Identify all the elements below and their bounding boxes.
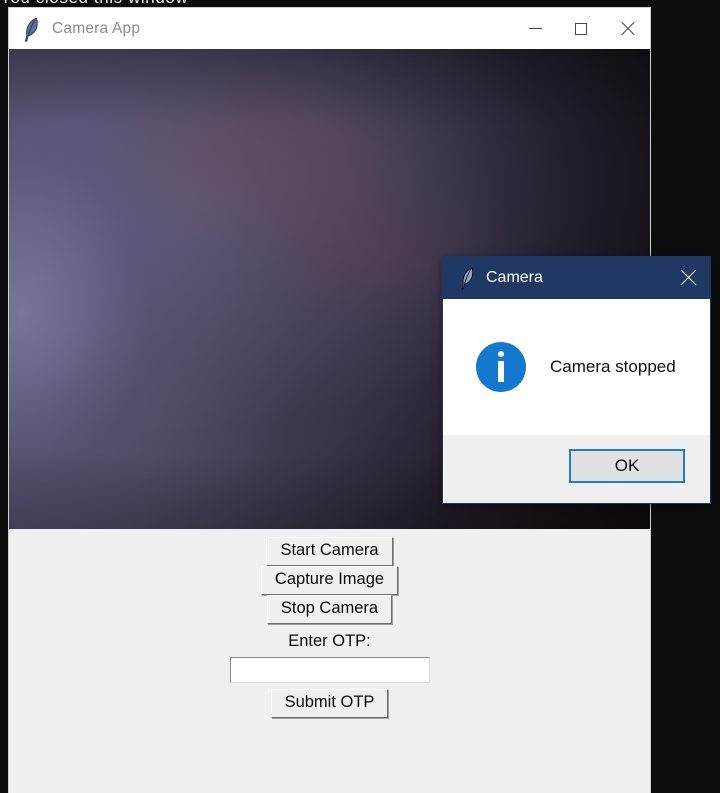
controls-panel: Start Camera Capture Image Stop Camera E… xyxy=(9,529,650,793)
start-camera-button[interactable]: Start Camera xyxy=(266,537,393,566)
close-button[interactable] xyxy=(604,8,650,49)
dialog-footer: OK xyxy=(443,435,710,503)
camera-message-dialog: Camera Camera stopped OK xyxy=(443,257,710,503)
capture-image-row: Capture Image xyxy=(9,565,650,595)
dialog-close-button[interactable] xyxy=(666,257,710,299)
app-titlebar[interactable]: Camera App xyxy=(9,8,650,49)
minimize-icon xyxy=(528,28,542,29)
info-icon-dot xyxy=(498,351,504,357)
submit-otp-button[interactable]: Submit OTP xyxy=(270,688,389,718)
stop-camera-row: Stop Camera xyxy=(9,594,650,624)
info-icon-stem xyxy=(498,361,504,382)
minimize-button[interactable] xyxy=(512,8,558,49)
otp-label: Enter OTP: xyxy=(288,631,371,650)
app-title: Camera App xyxy=(52,19,141,37)
close-icon xyxy=(680,270,696,286)
close-icon xyxy=(620,21,635,36)
maximize-button[interactable] xyxy=(558,8,604,49)
dialog-titlebar[interactable]: Camera xyxy=(443,257,710,299)
dialog-body: Camera stopped xyxy=(443,299,710,435)
submit-otp-row: Submit OTP xyxy=(9,688,650,718)
info-icon xyxy=(476,342,526,392)
dialog-message: Camera stopped xyxy=(550,357,676,376)
dialog-title: Camera xyxy=(486,269,543,286)
screen: You closed this window Camera App xyxy=(0,0,720,793)
window-controls xyxy=(512,8,650,49)
start-camera-row: Start Camera xyxy=(9,537,650,566)
maximize-icon xyxy=(575,22,587,35)
otp-input[interactable] xyxy=(229,656,430,683)
ok-button[interactable]: OK xyxy=(569,449,685,483)
stop-camera-button[interactable]: Stop Camera xyxy=(266,594,393,624)
feather-icon xyxy=(457,266,477,290)
feather-icon xyxy=(20,16,42,42)
otp-input-row xyxy=(9,656,650,683)
capture-image-button[interactable]: Capture Image xyxy=(260,565,399,595)
